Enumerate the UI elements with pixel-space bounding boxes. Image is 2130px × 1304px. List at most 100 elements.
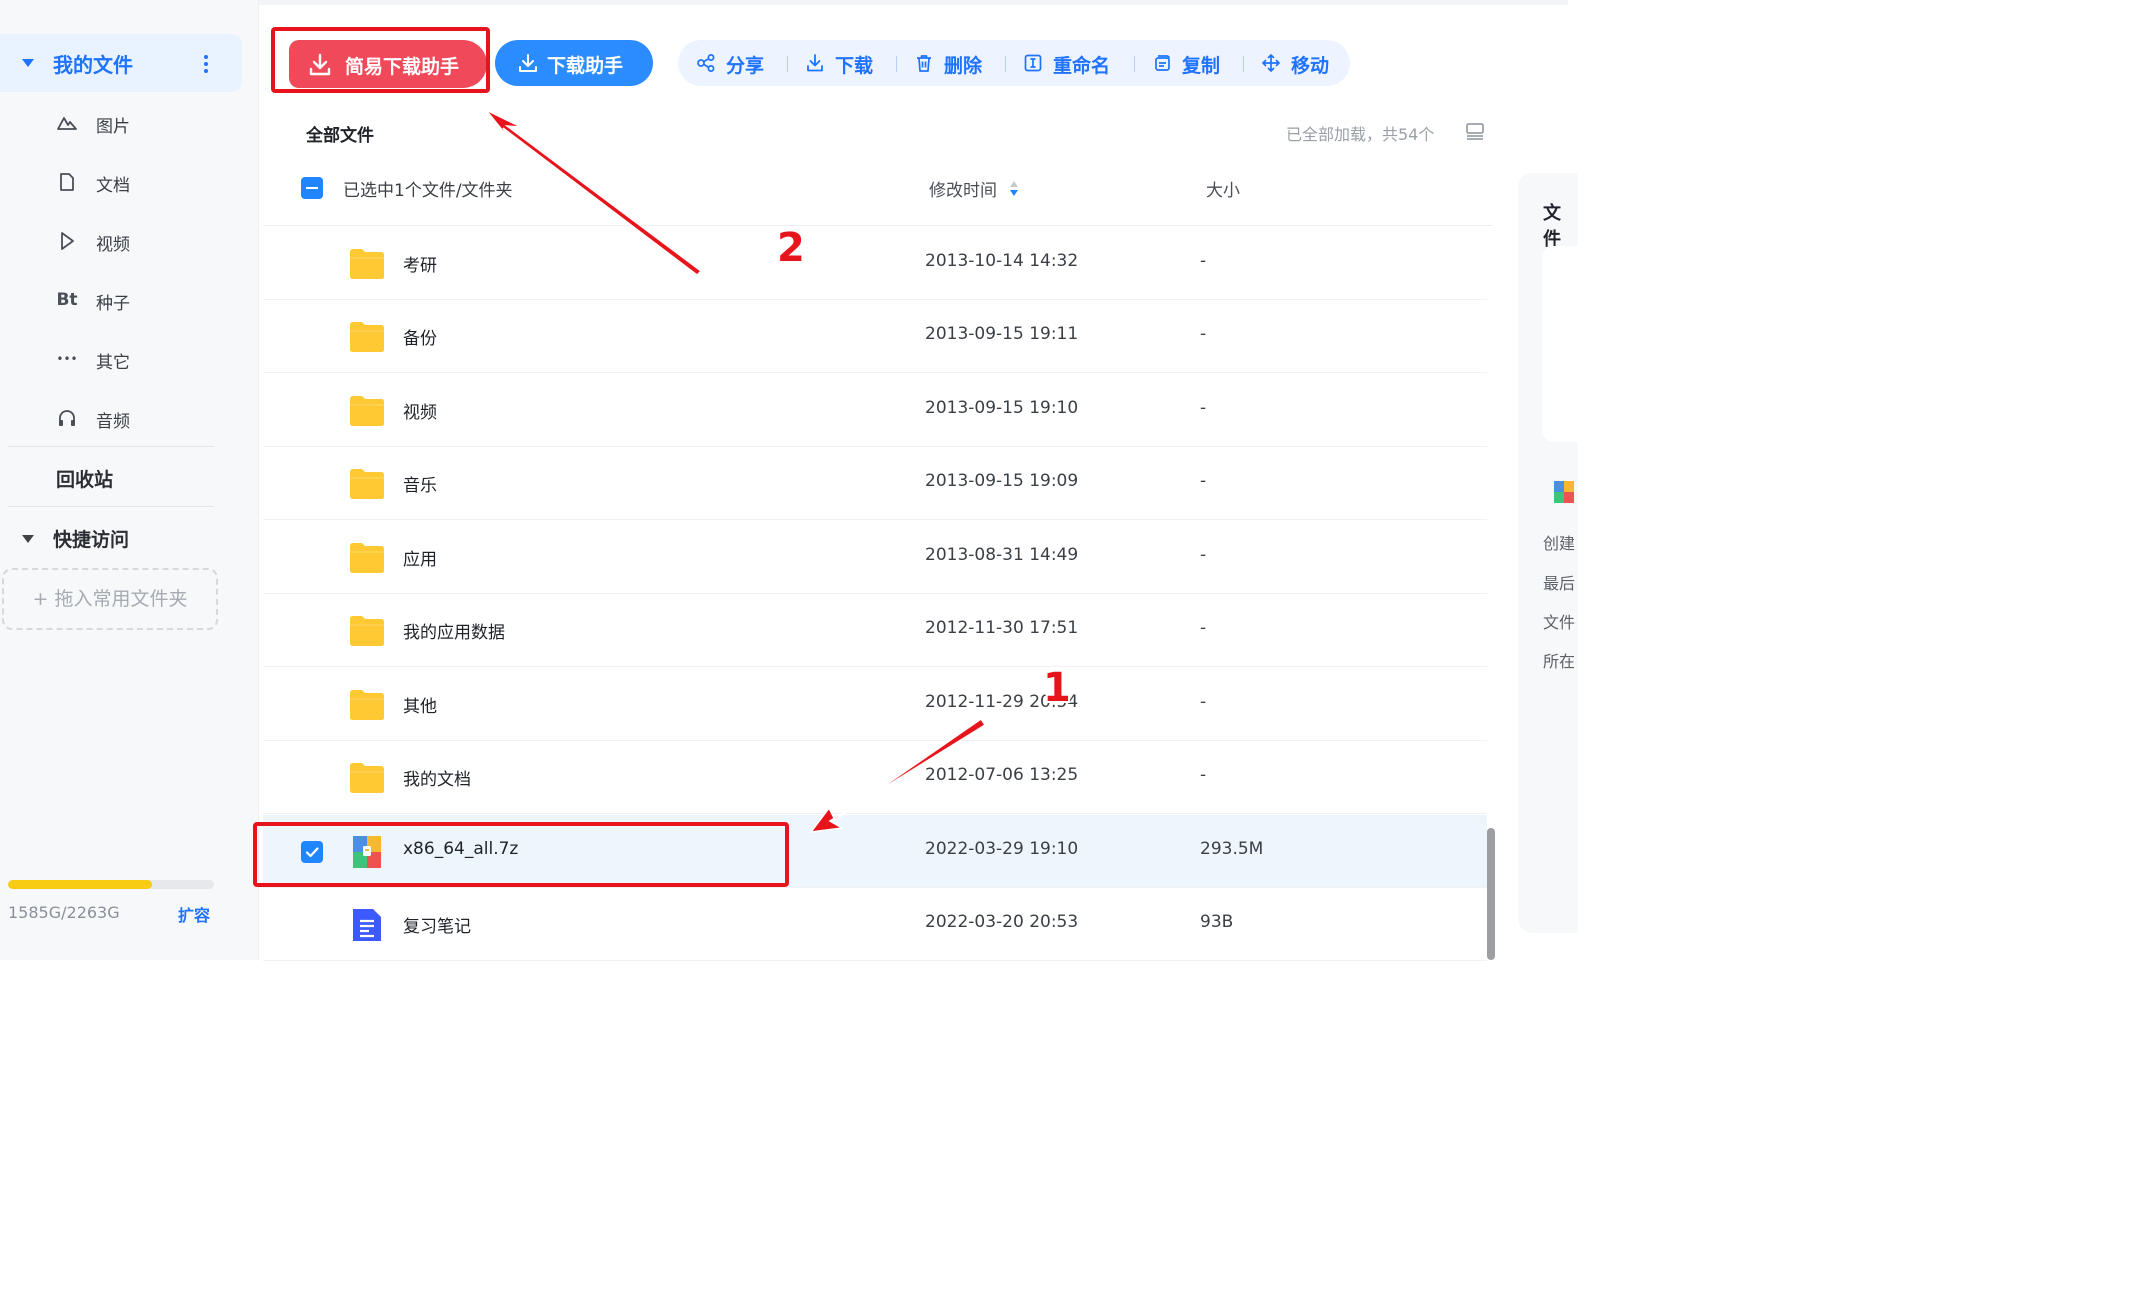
storage-usage-bar [8,880,214,889]
sidebar-item-label: 我的文件 [53,53,133,77]
sidebar-item-audio[interactable]: 音频 [0,399,242,439]
file-modified-time: 2013-09-15 19:11 [925,324,1079,344]
file-action-toolbar: 分享 下载 删除 重命名 复制 移动 [678,40,1350,86]
column-header-modified-time[interactable]: 修改时间 [929,176,997,201]
file-name[interactable]: 考研 [403,251,437,276]
storage-usage-fill [8,880,153,889]
annotation-highlight-box [271,27,490,93]
caret-down-icon[interactable] [22,535,34,543]
table-row[interactable]: 考研 2013-10-14 14:32 - [263,227,1487,300]
table-row[interactable]: 应用 2013-08-31 14:49 - [263,521,1487,594]
file-modified-time: 2013-09-15 19:09 [925,471,1079,491]
folder-icon [349,394,385,428]
sidebar-item-videos[interactable]: 视频 [0,222,242,262]
file-name[interactable]: 备份 [403,324,437,349]
folder-icon [349,541,385,575]
caret-down-icon[interactable] [22,59,34,67]
download-icon [517,52,539,74]
file-name[interactable]: 其他 [403,692,437,717]
quick-access-label: 快捷访问 [53,529,130,551]
annotation-highlight-box [253,822,789,887]
list-view-icon[interactable] [1466,122,1484,140]
table-row[interactable]: 音乐 2013-09-15 19:09 - [263,447,1487,520]
detail-panel-title: 文件 [1543,203,1561,250]
file-size: - [1200,251,1207,271]
select-all-checkbox[interactable] [301,177,323,199]
image-icon [56,112,78,134]
toolbar-separator [1134,56,1135,72]
file-modified-time: 2012-11-30 17:51 [925,618,1079,638]
column-header-size[interactable]: 大小 [1206,176,1240,201]
toolbar-separator [896,56,897,72]
rename-label: 重命名 [1053,55,1111,77]
more-vertical-icon[interactable] [198,52,214,76]
selection-count-text: 已选中1个文件/文件夹 [343,181,513,201]
delete-label: 删除 [944,55,983,77]
sidebar-divider [8,446,214,447]
file-name[interactable]: 复习笔记 [403,912,471,937]
toolbar-separator [1005,56,1006,72]
table-row[interactable]: 我的文档 2012-07-06 13:25 - [263,741,1487,814]
table-row[interactable]: 视频 2013-09-15 19:10 - [263,374,1487,447]
file-size: 293.5M [1200,839,1264,859]
sidebar-item-label: 其它 [96,353,130,373]
file-name[interactable]: 我的文档 [403,765,471,790]
detail-file-label: 文件 [1543,613,1576,632]
sidebar-item-my-files[interactable]: 我的文件 [0,34,242,92]
folder-icon [349,320,385,354]
download-icon [805,53,825,73]
trash-icon [914,53,934,73]
sidebar-item-recycle-bin[interactable]: 回收站 [56,465,113,492]
sidebar-item-images[interactable]: 图片 [0,104,242,144]
annotation-marker-2: 2 [777,225,805,271]
breadcrumb-all-files[interactable]: 全部文件 [306,121,374,146]
file-size: - [1200,545,1207,565]
share-label: 分享 [726,55,765,77]
folder-icon [349,688,385,722]
file-modified-time: 2013-09-15 19:10 [925,398,1079,418]
quick-access-header[interactable]: 快捷访问 [0,524,240,554]
file-modified-time: 2022-03-20 20:53 [925,912,1079,932]
sidebar-item-label: 文档 [96,176,130,196]
file-size: 93B [1200,912,1234,932]
note-file-icon [349,908,385,942]
table-row[interactable]: 其他 2012-11-29 20:54 - [263,668,1487,741]
detail-created-label: 创建 [1543,534,1576,553]
header-divider [263,225,1493,226]
folder-icon [349,247,385,281]
file-size: - [1200,692,1207,712]
file-name[interactable]: 应用 [403,545,437,570]
headphones-icon [56,407,78,429]
file-modified-time: 2022-03-29 19:10 [925,839,1079,859]
expand-storage-link[interactable]: 扩容 [178,902,210,926]
sort-icon[interactable] [1009,178,1019,198]
table-row[interactable]: 复习笔记 2022-03-20 20:53 93B [263,888,1487,961]
file-name[interactable]: 视频 [403,398,437,423]
sidebar-item-documents[interactable]: 文档 [0,163,242,203]
sidebar-item-label: 图片 [96,117,130,137]
sidebar-item-label: 音频 [96,412,130,432]
annotation-marker-1: 1 [1043,665,1071,711]
copy-label: 复制 [1182,55,1221,77]
file-detail-panel: 文件 创建 最后 文件 所在 [1518,173,1582,933]
file-name[interactable]: 音乐 [403,471,437,496]
file-size: - [1200,471,1207,491]
file-size: - [1200,324,1207,344]
download-helper-button[interactable]: 下载助手 [495,40,653,86]
folder-icon [349,614,385,648]
table-row[interactable]: 备份 2013-09-15 19:11 - [263,300,1487,373]
ellipsis-icon: ••• [56,352,78,366]
archive-file-icon [1554,481,1574,503]
toolbar-separator [1243,56,1244,72]
file-modified-time: 2012-07-06 13:25 [925,765,1079,785]
folder-icon [349,467,385,501]
table-row[interactable]: 我的应用数据 2012-11-30 17:51 - [263,594,1487,667]
share-icon [696,53,716,73]
download-label: 下载 [835,55,874,77]
file-name[interactable]: 我的应用数据 [403,618,505,643]
sidebar-item-others[interactable]: ••• 其它 [0,340,242,380]
drop-favorite-folder-zone[interactable]: + 拖入常用文件夹 [2,568,218,630]
sidebar-item-torrents[interactable]: Bt 种子 [0,281,242,321]
scrollbar-thumb[interactable] [1487,828,1495,960]
video-play-icon [56,230,78,252]
